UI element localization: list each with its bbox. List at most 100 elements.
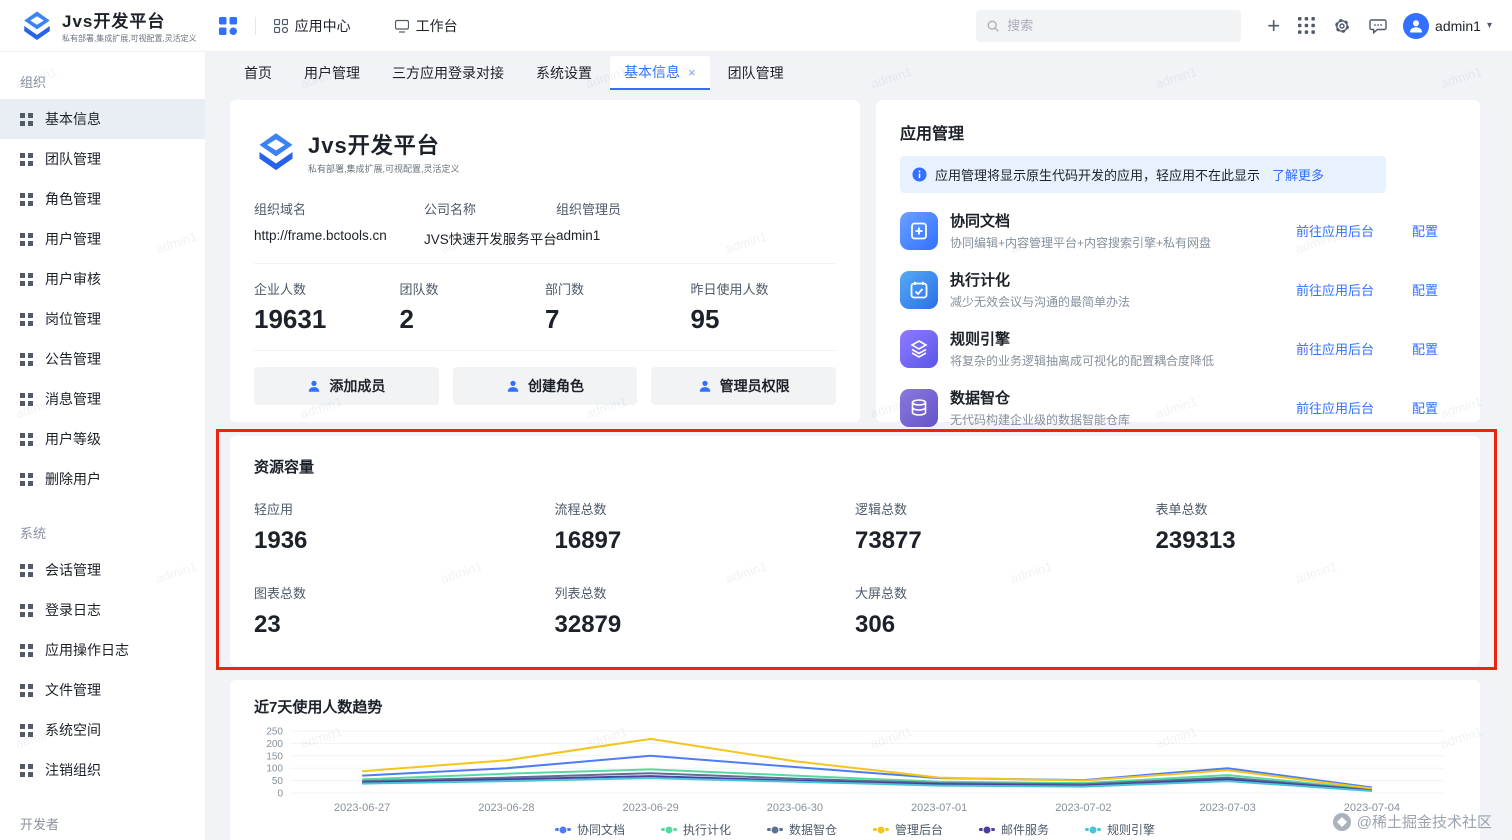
grid-icon: [20, 232, 33, 246]
svg-text:2023-06-30: 2023-06-30: [767, 802, 823, 814]
tab-label: 用户管理: [304, 65, 360, 81]
config-link[interactable]: 配置: [1412, 280, 1438, 299]
go-backend-link[interactable]: 前往应用后台: [1296, 280, 1374, 299]
workspace-grid-icon[interactable]: [218, 16, 237, 35]
legend-item[interactable]: 管理后台: [873, 821, 943, 838]
tab-close-icon[interactable]: ×: [688, 66, 696, 79]
sidebar-item-login-log[interactable]: 登录日志: [0, 590, 205, 630]
res-light-apps: 轻应用 1936: [254, 499, 555, 555]
app-desc: 将复杂的业务逻辑抽离成可视化的配置耦合度降低: [950, 354, 1215, 368]
divider: [254, 263, 836, 264]
go-backend-link[interactable]: 前往应用后台: [1296, 398, 1374, 417]
app-name: 协同文档: [950, 213, 1011, 230]
sidebar-item-role-mgmt[interactable]: 角色管理: [0, 179, 205, 219]
rule-engine-icon: [900, 329, 938, 368]
stat-value: 2: [399, 304, 414, 334]
learn-more-link[interactable]: 了解更多: [1272, 165, 1324, 184]
main-content: 首页 用户管理 三方应用登录对接 系统设置 基本信息 × 团队管理 Jvs开发平台: [205, 52, 1512, 840]
sidebar-item-position-mgmt[interactable]: 岗位管理: [0, 299, 205, 339]
sidebar-item-message-mgmt[interactable]: 消息管理: [0, 379, 205, 419]
tab-home[interactable]: 首页: [230, 57, 286, 89]
data-warehouse-icon: [900, 388, 938, 427]
nav-workbench[interactable]: 工作台: [394, 16, 458, 36]
config-link[interactable]: 配置: [1412, 398, 1438, 417]
user-menu[interactable]: admin1 ▾: [1403, 12, 1492, 39]
search-box[interactable]: [976, 9, 1242, 42]
admin-permission-button[interactable]: 管理员权限: [651, 367, 837, 405]
res-list-total: 列表总数 32879: [555, 583, 856, 639]
juejin-watermark-badge: @稀土掘金技术社区: [1332, 811, 1492, 832]
sidebar-item-team-mgmt[interactable]: 团队管理: [0, 139, 205, 179]
stat-label: 昨日使用人数: [690, 282, 769, 297]
sidebar-item-system-space[interactable]: 系统空间: [0, 710, 205, 750]
legend-item[interactable]: 规则引擎: [1085, 821, 1155, 838]
tab-bar: 首页 用户管理 三方应用登录对接 系统设置 基本信息 × 团队管理: [230, 56, 1480, 90]
org-logo-subtitle: 私有部署,集成扩展,可视配置,灵活定义: [308, 164, 460, 174]
grid-icon: [20, 603, 33, 617]
sidebar-item-label: 角色管理: [45, 191, 101, 207]
sidebar-item-label: 应用操作日志: [45, 642, 129, 658]
sidebar-item-label: 系统空间: [45, 722, 101, 738]
button-label: 添加成员: [329, 378, 386, 394]
sidebar-item-session-mgmt[interactable]: 会话管理: [0, 550, 205, 590]
org-logo-icon: [259, 132, 293, 170]
tab-basic-info[interactable]: 基本信息 ×: [610, 56, 710, 90]
app-management-title: 应用管理: [900, 126, 965, 143]
sidebar-item-app-operation-log[interactable]: 应用操作日志: [0, 630, 205, 670]
sidebar-item-user-review[interactable]: 用户审核: [0, 259, 205, 299]
go-backend-link[interactable]: 前往应用后台: [1296, 339, 1374, 358]
sidebar-item-basic-info[interactable]: 基本信息: [0, 99, 205, 139]
grid-icon: [20, 563, 33, 577]
sidebar-item-label: 岗位管理: [45, 311, 101, 327]
tab-third-party-login[interactable]: 三方应用登录对接: [378, 57, 518, 89]
legend-item[interactable]: 数据智仓: [766, 821, 837, 838]
app-management-notice: 应用管理将显示原生代码开发的应用，轻应用不在此显示 了解更多: [900, 156, 1386, 193]
add-icon[interactable]: +: [1267, 14, 1280, 37]
res-label: 流程总数: [554, 502, 607, 517]
apps-menu-icon[interactable]: [1298, 17, 1315, 34]
sidebar-item-deregister-org[interactable]: 注销组织: [0, 750, 205, 790]
tab-system-settings[interactable]: 系统设置: [522, 57, 606, 89]
go-backend-link[interactable]: 前往应用后台: [1296, 221, 1374, 240]
sidebar-item-label: 登录日志: [45, 602, 101, 618]
svg-text:50: 50: [272, 776, 284, 787]
stat-value: 19631: [254, 304, 327, 334]
sidebar-item-user-mgmt[interactable]: 用户管理: [0, 219, 205, 259]
legend-item[interactable]: 协同文档: [554, 821, 625, 838]
search-input[interactable]: [1007, 18, 1232, 33]
settings-gear-icon[interactable]: [1333, 17, 1351, 35]
app-info: 协同文档 协同编辑+内容管理平台+内容搜索引擎+私有网盘: [950, 210, 1274, 251]
res-label: 列表总数: [554, 586, 607, 601]
resource-capacity-card: 资源容量 轻应用 1936 流程总数 16897 逻辑总数 73877 表单总数 239…: [216, 429, 1497, 670]
sidebar-item-delete-user[interactable]: 删除用户: [0, 459, 205, 499]
message-icon[interactable]: [1369, 17, 1387, 35]
tab-user-mgmt[interactable]: 用户管理: [290, 57, 374, 89]
app-logo[interactable]: Jvs开发平台 私有部署,集成扩展,可视配置,灵活定义: [20, 7, 197, 44]
app-info: 执行计化 减少无效会议与沟通的最简单办法: [950, 269, 1274, 310]
app-desc: 无代码构建企业级的数据智能仓库: [950, 413, 1131, 427]
person-icon: [309, 380, 320, 392]
logo-icon: [24, 11, 50, 40]
app-name: 数据智仓: [950, 390, 1011, 407]
legend-item[interactable]: 邮件服务: [979, 821, 1049, 838]
legend-item[interactable]: 执行计化: [660, 821, 731, 838]
sidebar-item-file-mgmt[interactable]: 文件管理: [0, 670, 205, 710]
tab-team-mgmt[interactable]: 团队管理: [714, 57, 798, 89]
create-role-button[interactable]: 创建角色: [452, 367, 638, 405]
config-link[interactable]: 配置: [1412, 221, 1438, 240]
legend-marker: [554, 828, 571, 831]
org-fields: 组织域名 http://frame.bctools.cn 公司名称 JVS快速开…: [254, 199, 836, 248]
res-value: 23: [254, 611, 281, 638]
app-row-collab-doc: 协同文档 协同编辑+内容管理平台+内容搜索引擎+私有网盘 前往应用后台 配置: [900, 201, 1456, 260]
logo-title: Jvs开发平台: [62, 12, 166, 31]
nav-app-center-label: 应用中心: [294, 17, 351, 34]
add-member-button[interactable]: 添加成员: [254, 367, 439, 405]
sidebar-item-label: 团队管理: [45, 151, 101, 167]
sidebar-section-org: 组织: [20, 75, 47, 90]
res-value: 306: [855, 611, 896, 638]
config-link[interactable]: 配置: [1412, 339, 1438, 358]
stat-enterprise-people: 企业人数 19631: [254, 279, 400, 335]
sidebar-item-announcement-mgmt[interactable]: 公告管理: [0, 339, 205, 379]
sidebar-item-user-level[interactable]: 用户等级: [0, 419, 205, 459]
nav-app-center[interactable]: 应用中心: [273, 16, 351, 36]
